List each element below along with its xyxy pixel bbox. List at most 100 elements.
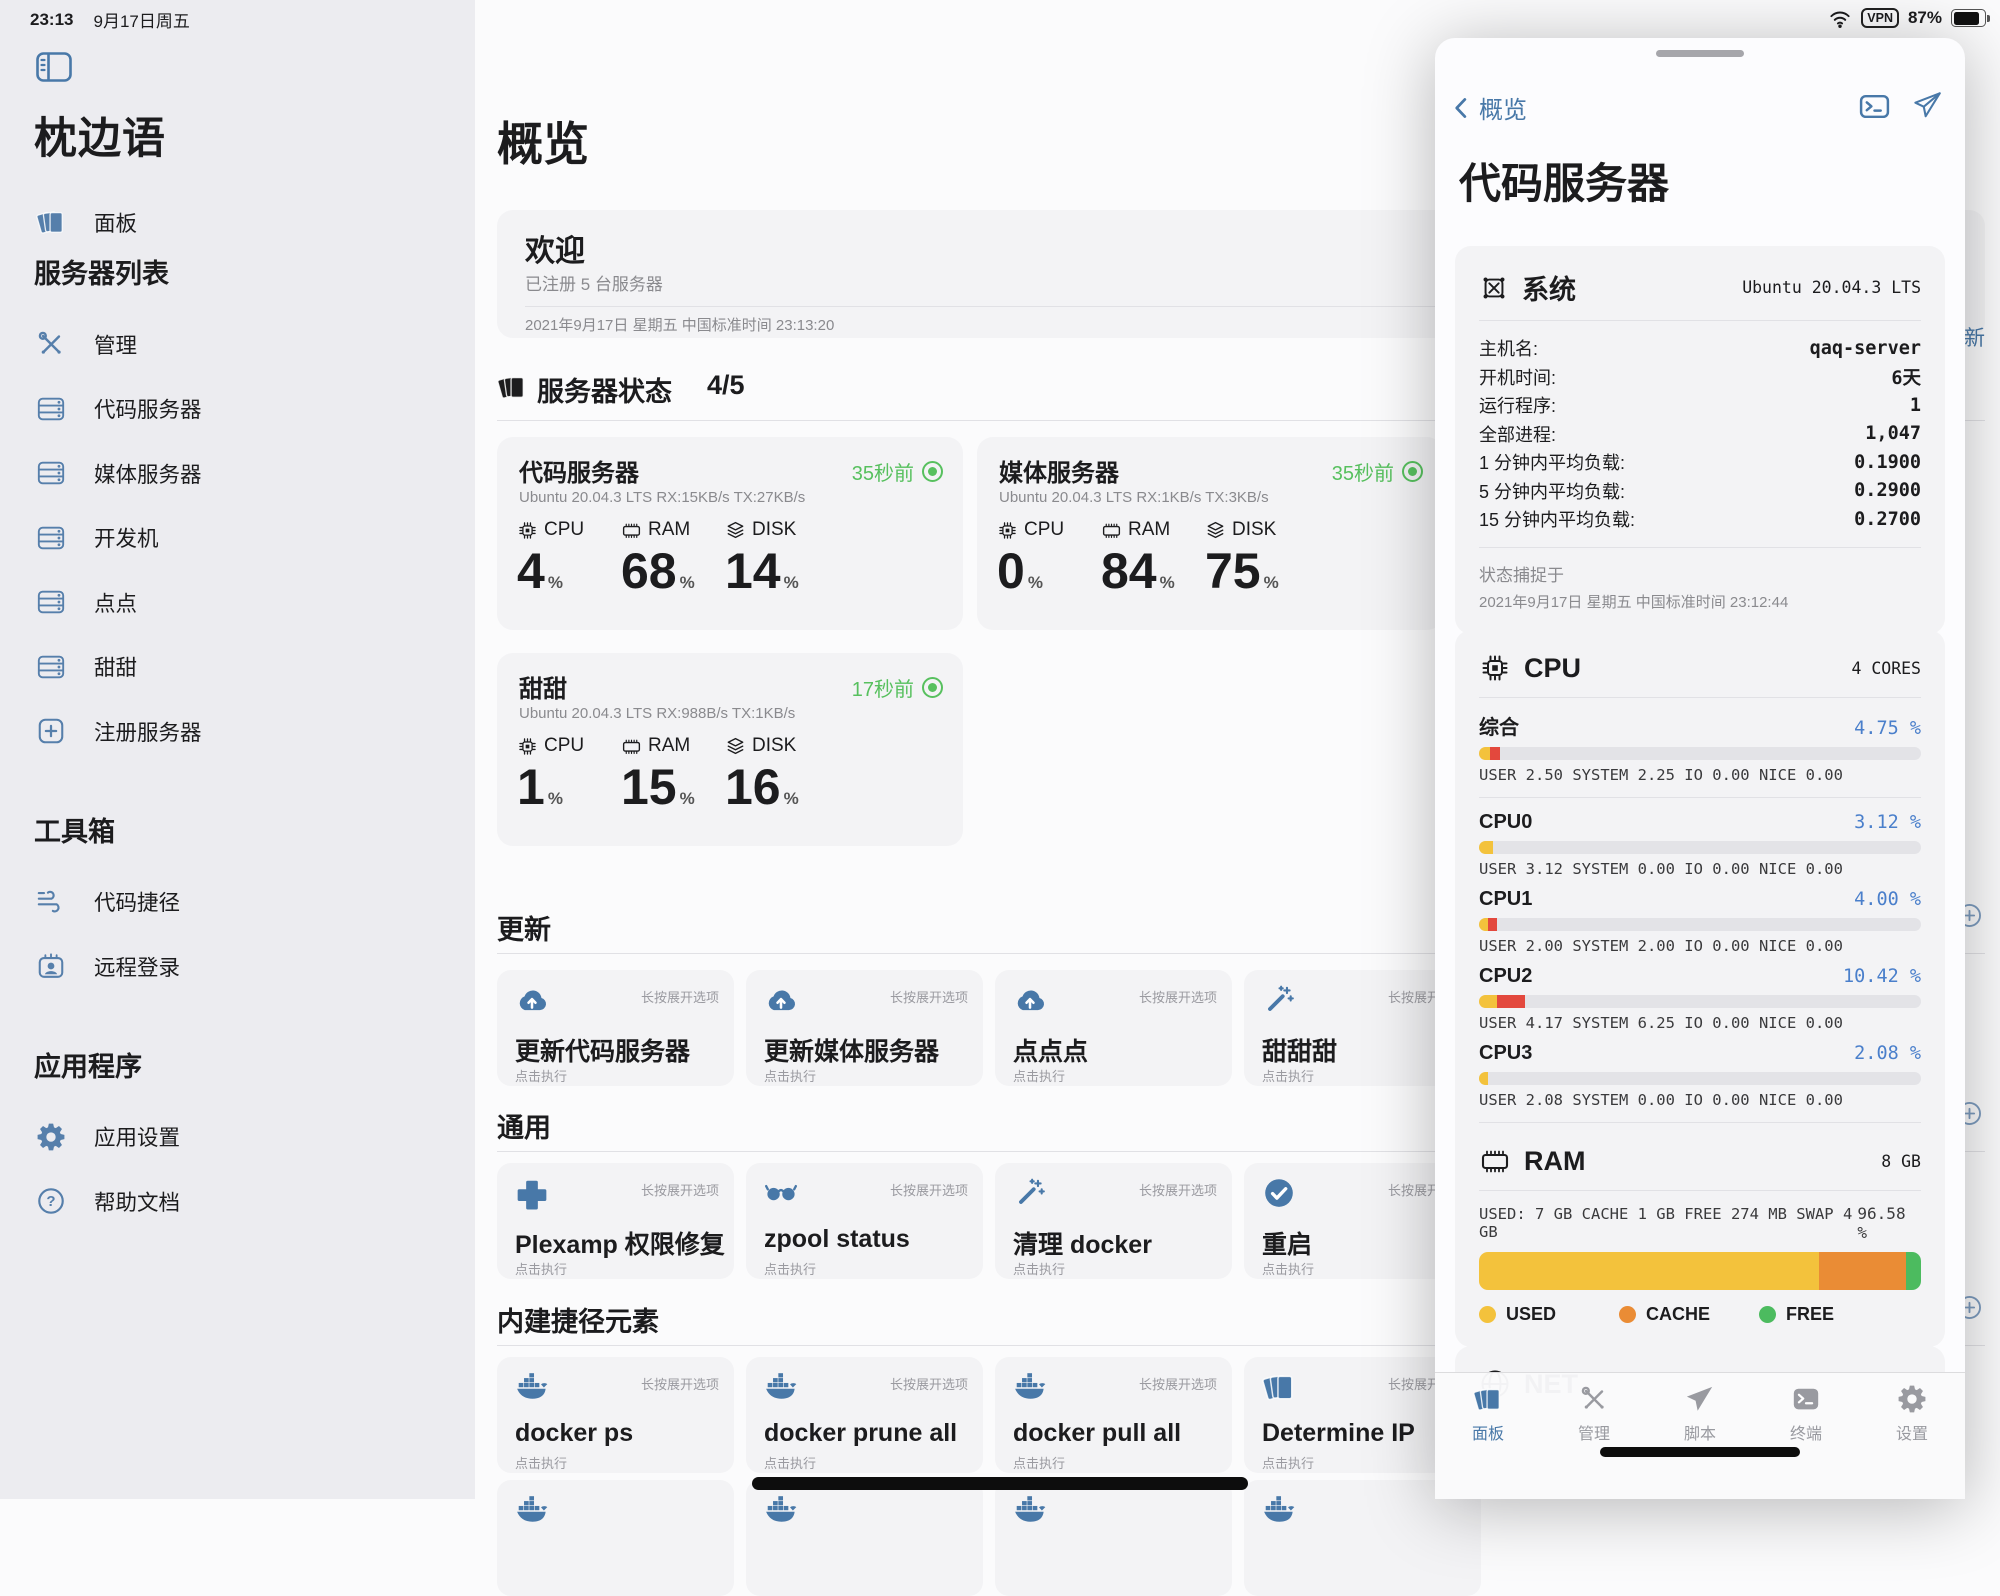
shortcut-card[interactable]: 长按展开选项清理 docker点击执行 — [995, 1163, 1232, 1279]
system-row-value: 1 — [1910, 395, 1921, 416]
layers-icon — [36, 207, 92, 237]
sidebar-item-1-0[interactable]: 代码捷径 — [0, 870, 475, 934]
shortcut-card[interactable]: 长按展开选项更新代码服务器点击执行 — [497, 970, 734, 1086]
sidebar: 枕边语 面板服务器列表管理代码服务器媒体服务器开发机点点甜甜注册服务器工具箱代码… — [0, 0, 476, 1499]
shortcut-card[interactable]: 长按展开选项docker ps点击执行 — [497, 1357, 734, 1473]
disk-icon — [1205, 520, 1226, 541]
cpu-row-label: CPU1 — [1479, 888, 1532, 911]
date: 9月17日周五 — [93, 7, 189, 32]
cpu-row-percent: 4.75 % — [1854, 718, 1921, 739]
cpu-row-header: CPU14.00 % — [1479, 888, 1921, 911]
tap-hint: 点击执行 — [515, 1066, 567, 1085]
shortcut-card[interactable]: 长按展开选项点点点点击执行 — [995, 970, 1232, 1086]
tab-面板[interactable]: 面板 — [1435, 1373, 1541, 1499]
server-card-metrics: CPU0%RAM84%DISK75% — [997, 519, 1309, 613]
divider — [1479, 1190, 1921, 1191]
sidebar-item-label: 注册服务器 — [94, 716, 202, 747]
tab-设置[interactable]: 设置 — [1859, 1373, 1965, 1499]
captured-label: 状态捕捉于 — [1479, 561, 1921, 586]
metric-header: RAM — [621, 519, 725, 541]
shortcut-card[interactable]: 长按展开选项更新媒体服务器点击执行 — [746, 970, 983, 1086]
server-icon — [36, 523, 92, 553]
tab-脚本[interactable]: 脚本 — [1647, 1373, 1753, 1499]
sidebar-item-2-1[interactable]: ?帮助文档 — [0, 1169, 475, 1233]
sidebar-item-0-5[interactable]: 甜甜 — [0, 635, 475, 699]
shortcut-card[interactable] — [497, 1480, 734, 1596]
sidebar-item-0-3[interactable]: 开发机 — [0, 506, 475, 570]
long-press-hint: 长按展开选项 — [641, 1180, 719, 1199]
system-row-value: 0.2700 — [1854, 509, 1921, 530]
metric-ram: RAM15% — [621, 735, 725, 829]
sidebar-item-0-6[interactable]: 注册服务器 — [0, 699, 475, 763]
ram-icon — [1101, 520, 1122, 541]
server-status-card[interactable]: 甜甜17秒前Ubuntu 20.04.3 LTS RX:988B/s TX:1K… — [497, 653, 963, 846]
metric-header: RAM — [621, 735, 725, 757]
sidebar-item-0-1[interactable]: 代码服务器 — [0, 377, 475, 441]
shortcut-card[interactable]: 长按展开选项docker prune all点击执行 — [746, 1357, 983, 1473]
metric-unit: % — [784, 573, 799, 592]
sidebar-item-0-2[interactable]: 媒体服务器 — [0, 441, 475, 505]
legend-item: USED — [1479, 1304, 1619, 1325]
metric-label: RAM — [648, 735, 690, 757]
metric-cpu: CPU1% — [517, 735, 621, 829]
shortcut-card[interactable]: 长按展开选项docker pull all点击执行 — [995, 1357, 1232, 1473]
cpu-usage-row: 综合4.75 %USER 2.50 SYSTEM 2.25 IO 0.00 NI… — [1479, 711, 1921, 784]
sidebar-section-title: 服务器列表 — [34, 252, 169, 291]
long-press-hint: 长按展开选项 — [1139, 1374, 1217, 1393]
server-detail-title: 代码服务器 — [1459, 150, 1669, 211]
cpu-row-label: CPU2 — [1479, 965, 1532, 988]
shortcut-card-title: 点点点 — [1013, 1032, 1088, 1068]
vpn-badge: VPN — [1861, 8, 1899, 28]
status-age: 17秒前 — [852, 673, 914, 702]
sidebar-item-1-1[interactable]: 远程登录 — [0, 934, 475, 998]
system-row-label: 开机时间: — [1479, 364, 1556, 390]
shortcut-section-title: 通用 — [497, 1106, 551, 1145]
legend-item: CACHE — [1619, 1304, 1759, 1325]
docker-icon — [1013, 1370, 1047, 1404]
wifi-icon — [1828, 6, 1852, 30]
cpu-row-header: CPU2 10.42 % — [1479, 965, 1921, 988]
sidebar-item-dashboard[interactable]: 面板 — [0, 190, 475, 254]
server-status-card[interactable]: 代码服务器35秒前Ubuntu 20.04.3 LTS RX:15KB/s TX… — [497, 437, 963, 630]
sidebar-toggle-icon[interactable] — [36, 52, 72, 87]
ram-usage-bar — [1479, 1252, 1921, 1290]
metric-value: 16% — [725, 757, 829, 829]
disk-icon — [725, 520, 746, 541]
terminal-fill-icon — [1791, 1384, 1821, 1414]
metric-disk: DISK75% — [1205, 519, 1309, 613]
tab-管理[interactable]: 管理 — [1541, 1373, 1647, 1499]
system-row-value: 0.1900 — [1854, 452, 1921, 473]
legend-dot — [1759, 1306, 1776, 1323]
shortcut-card[interactable] — [746, 1480, 983, 1596]
sidebar-item-0-4[interactable]: 点点 — [0, 570, 475, 634]
cpu-usage-row: CPU32.08 %USER 2.08 SYSTEM 0.00 IO 0.00 … — [1479, 1042, 1921, 1109]
sidebar-item-label: 点点 — [94, 587, 137, 618]
shortcut-card[interactable]: 长按展开选项zpool status点击执行 — [746, 1163, 983, 1279]
terminal-icon — [1858, 90, 1891, 123]
back-button[interactable]: 概览 — [1449, 90, 1527, 125]
cloud-upload-icon — [764, 983, 798, 1017]
sidebar-item-2-0[interactable]: 应用设置 — [0, 1105, 475, 1169]
server-card-name: 媒体服务器 — [999, 453, 1119, 488]
metric-cpu: CPU4% — [517, 519, 621, 613]
tap-hint: 点击执行 — [515, 1259, 567, 1278]
home-indicator[interactable] — [752, 1477, 1248, 1490]
shortcut-card[interactable]: 长按展开选项Plexamp 权限修复点击执行 — [497, 1163, 734, 1279]
panel-grabber[interactable] — [1656, 50, 1744, 57]
tab-终端[interactable]: 终端 — [1753, 1373, 1859, 1499]
metric-value: 14% — [725, 541, 829, 613]
server-status-card[interactable]: 媒体服务器35秒前Ubuntu 20.04.3 LTS RX:1KB/s TX:… — [977, 437, 1443, 630]
sidebar-item-0-0[interactable]: 管理 — [0, 312, 475, 376]
server-card-name: 代码服务器 — [519, 453, 639, 488]
legend-label: USED — [1506, 1304, 1556, 1325]
send-icon[interactable] — [1913, 90, 1943, 123]
cpu-row-percent: 10.42 % — [1843, 966, 1921, 987]
server-card-status: 35秒前 — [1332, 457, 1423, 486]
online-status-icon — [922, 461, 943, 482]
terminal-icon[interactable] — [1858, 90, 1891, 123]
page-title: 概览 — [497, 108, 589, 174]
metric-header: CPU — [997, 519, 1101, 541]
panel-home-bar[interactable] — [1600, 1447, 1800, 1457]
shortcut-card[interactable] — [995, 1480, 1232, 1596]
chip-icon — [517, 736, 538, 757]
